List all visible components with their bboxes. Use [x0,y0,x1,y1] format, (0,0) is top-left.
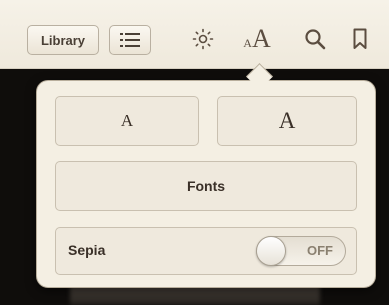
sepia-label: Sepia [68,242,106,258]
fonts-label: Fonts [186,178,226,194]
sepia-row: Sepia OFF [55,227,357,275]
bookmark-button[interactable] [349,22,371,56]
search-button[interactable] [302,22,328,56]
toggle-knob[interactable] [256,236,286,266]
font-size-icon-large: A [251,24,271,53]
search-icon [305,29,326,50]
fonts-button[interactable]: Fonts [55,161,357,211]
library-label: Library [40,32,86,48]
list-icon [120,33,140,47]
sun-icon [192,28,214,50]
sepia-toggle[interactable]: OFF [256,236,346,266]
decrease-font-button[interactable]: A [55,96,199,146]
increase-font-label: A [278,108,296,133]
bookmark-icon [353,28,367,49]
decrease-font-label: A [120,111,134,130]
library-button[interactable]: Library [27,25,99,55]
top-toolbar: Library A A [0,0,389,69]
font-size-button[interactable]: A A [237,22,277,56]
sepia-toggle-state: OFF [307,243,333,258]
table-of-contents-button[interactable] [109,25,151,55]
font-size-icon-small: A [243,35,252,50]
increase-font-button[interactable]: A [217,96,357,146]
display-settings-popover: A A Fonts Sepia OFF [36,80,376,288]
brightness-button[interactable] [188,22,218,56]
